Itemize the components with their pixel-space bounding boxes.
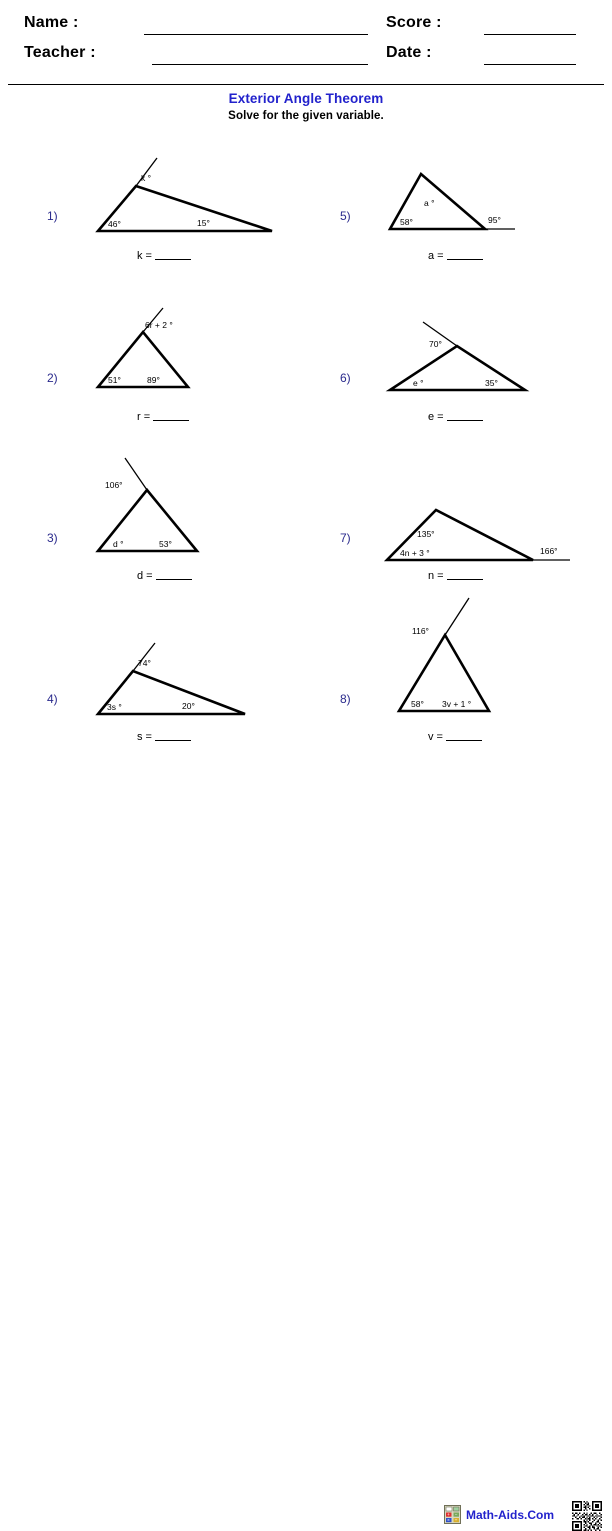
svg-text:−: − [455,1512,458,1517]
angle-label-exterior: 6r + 2 ° [145,320,173,330]
problem-6-figure: 70° e ° 35° [385,321,530,392]
answer-prefix: a = [428,250,444,262]
angle-label-exterior: k ° [141,173,151,183]
angle-label-right: 53° [159,539,172,549]
page-footer: + − × ÷ Math-Aids.Com [0,748,612,1531]
header-divider [8,84,604,85]
angle-label-left: 51° [108,375,121,385]
score-input-line[interactable] [484,34,576,35]
answer-prefix: e = [428,411,444,423]
calculator-icon: + − × ÷ [444,1505,461,1524]
problem-8-figure: 116° 58° 3v + 1 ° [396,597,492,713]
answer-prefix: v = [428,731,443,743]
angle-label-right: 15° [197,218,210,228]
problem-number: 2) [47,371,58,385]
angle-label-right: 35° [485,378,498,388]
angle-label-left: d ° [113,539,124,549]
teacher-input-line[interactable] [152,64,368,65]
answer-line-2[interactable]: r = [137,411,190,423]
problem-7-figure: 135° 4n + 3 ° 166° [383,508,570,562]
angle-label-exterior: 166° [540,546,558,556]
problem-number: 5) [340,209,351,223]
angle-label-apex: a ° [424,198,435,208]
teacher-label: Teacher : [24,44,96,61]
answer-blank[interactable] [155,570,192,580]
name-label: Name : [24,14,79,31]
answer-prefix: k = [137,250,152,262]
page-title: Exterior Angle Theorem [228,91,384,106]
angle-label-left: 46° [108,219,121,229]
problem-number: 7) [340,531,351,545]
angle-label-left: 58° [411,699,424,709]
problem-number: 6) [340,371,351,385]
answer-prefix: n = [428,570,444,582]
problem-1-figure: k ° 46° 15° [95,157,273,233]
problem-2-figure: 6r + 2 ° 51° 89° [95,307,191,389]
problem-3-figure: 106° d ° 53° [95,457,200,553]
answer-blank[interactable] [446,411,483,421]
angle-label-right: 3v + 1 ° [442,699,471,709]
answer-prefix: r = [137,411,151,423]
answer-blank[interactable] [445,731,482,741]
qr-code-icon [572,1501,602,1531]
answer-blank[interactable] [446,250,483,260]
angle-label-exterior: 116° [412,626,429,636]
score-label: Score : [386,14,442,31]
angle-label-left: 3s ° [107,702,122,712]
answer-line-7[interactable]: n = [428,570,483,582]
angle-label-exterior: 70° [429,339,442,349]
angle-label-right: 20° [182,701,195,711]
answer-blank[interactable] [153,411,190,421]
problem-number: 8) [340,692,351,706]
angle-label-exterior: 95° [488,215,501,225]
answer-line-4[interactable]: s = [137,731,191,743]
date-input-line[interactable] [484,64,576,65]
answer-blank[interactable] [154,731,191,741]
problem-number: 1) [47,209,58,223]
angle-label-left: e ° [413,378,424,388]
page-subtitle: Solve for the given variable. [228,110,384,122]
angle-label-left: 58° [400,217,413,227]
date-label: Date : [386,44,432,61]
answer-line-6[interactable]: e = [428,411,483,423]
answer-blank[interactable] [154,250,191,260]
angle-label-apex: 135° [417,529,435,539]
answer-line-1[interactable]: k = [137,250,191,262]
angle-label-right: 89° [147,375,160,385]
problem-4-figure: 74° 3s ° 20° [95,642,246,716]
worksheet-header: Name : Teacher : Score : Date : [0,0,612,84]
svg-text:×: × [447,1518,450,1523]
name-input-line[interactable] [144,34,368,35]
problem-number: 4) [47,692,58,706]
answer-blank[interactable] [446,570,483,580]
problem-number: 3) [47,531,58,545]
angle-label-exterior: 74° [138,658,151,668]
answer-prefix: s = [137,731,152,743]
answer-line-5[interactable]: a = [428,250,483,262]
angle-label-exterior: 106° [105,480,123,490]
answer-prefix: d = [137,570,153,582]
answer-line-3[interactable]: d = [137,570,192,582]
problem-5-figure: a ° 58° 95° [387,171,515,231]
footer-brand-link[interactable]: Math-Aids.Com [466,1508,554,1522]
answer-line-8[interactable]: v = [428,731,482,743]
angle-label-left: 4n + 3 ° [400,548,430,558]
svg-text:+: + [447,1512,450,1517]
